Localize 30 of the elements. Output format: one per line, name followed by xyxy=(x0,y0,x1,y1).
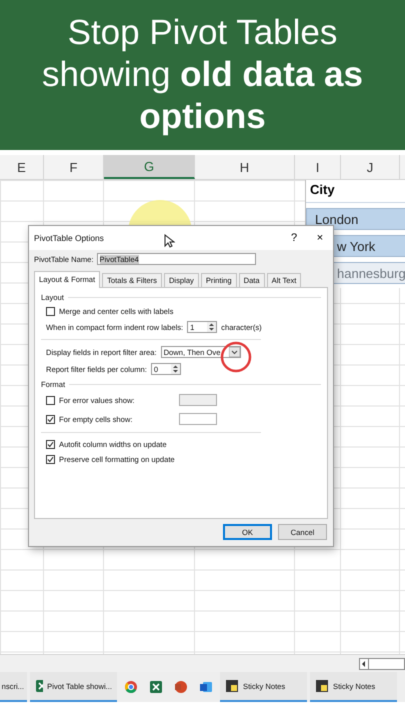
slicer-item[interactable]: London xyxy=(306,208,405,230)
help-button[interactable]: ? xyxy=(281,232,307,244)
input-field[interactable] xyxy=(179,413,217,425)
document-icon xyxy=(199,680,213,694)
spreadsheet-icon xyxy=(149,680,163,694)
checkbox[interactable] xyxy=(46,414,55,424)
dialog-title: PivotTable Options xyxy=(34,233,104,243)
checkbox[interactable] xyxy=(46,440,55,448)
column-header[interactable]: E xyxy=(0,155,44,179)
input-field[interactable] xyxy=(179,394,217,406)
spreadsheet-icon xyxy=(35,679,44,693)
highlight-circle xyxy=(220,341,252,373)
slicer-title: City xyxy=(306,180,405,203)
dropdown-arrow-icon[interactable] xyxy=(228,347,240,357)
column-header[interactable]: G xyxy=(104,155,195,179)
video-title: Stop Pivot Tables showing old data as options xyxy=(42,12,363,138)
presentation-icon xyxy=(174,680,188,694)
checkbox[interactable] xyxy=(46,454,55,464)
scrollbar[interactable] xyxy=(359,658,405,670)
note-icon xyxy=(315,679,329,693)
column-header[interactable]: J xyxy=(341,155,400,179)
close-button[interactable]: × xyxy=(307,232,333,244)
checkbox[interactable] xyxy=(46,306,55,316)
column-header[interactable]: H xyxy=(195,155,295,179)
spin-arrows-icon[interactable] xyxy=(207,322,216,332)
checkbox[interactable] xyxy=(46,396,55,404)
column-header[interactable]: I xyxy=(295,155,341,179)
note-icon xyxy=(225,679,239,693)
browser-icon xyxy=(124,680,138,694)
spin-arrows-icon[interactable] xyxy=(170,364,180,374)
